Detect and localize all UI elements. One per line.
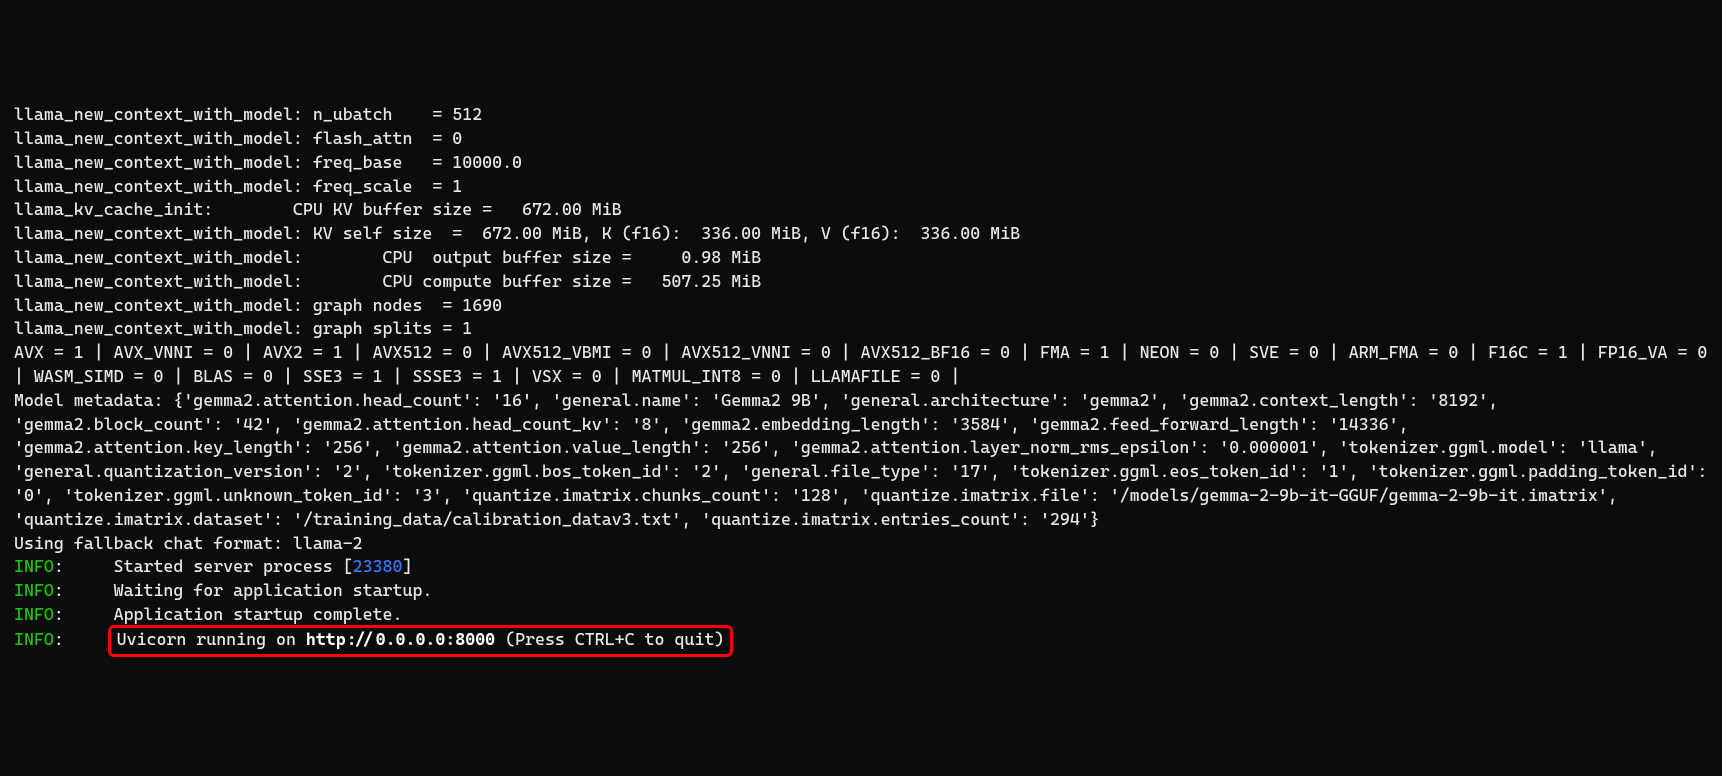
log-line: llama_kv_cache_init: CPU KV buffer size … — [14, 198, 1708, 222]
log-line-info-waiting: INFO: Waiting for application startup. — [14, 579, 1708, 603]
process-id: 23380 — [353, 556, 403, 576]
log-message: : Started server process [ — [54, 556, 353, 576]
log-line: llama_new_context_with_model: CPU output… — [14, 246, 1708, 270]
log-line-info-started: INFO: Started server process [23380] — [14, 555, 1708, 579]
log-line: llama_new_context_with_model: KV self si… — [14, 222, 1708, 246]
log-line-model-metadata: Model metadata: {'gemma2.attention.head_… — [14, 389, 1708, 532]
log-line: llama_new_context_with_model: graph node… — [14, 294, 1708, 318]
log-line: llama_new_context_with_model: graph spli… — [14, 317, 1708, 341]
log-line: llama_new_context_with_model: freq_base … — [14, 151, 1708, 175]
log-message: : Waiting for application startup. — [54, 580, 433, 600]
log-separator: : — [54, 629, 114, 649]
log-line: llama_new_context_with_model: freq_scale… — [14, 175, 1708, 199]
highlight-annotation: Uvicorn running on http://0.0.0.0:8000 (… — [108, 625, 734, 657]
quit-hint: (Press CTRL+C to quit) — [495, 629, 724, 649]
log-line-info-uvicorn: INFO: Uvicorn running on http://0.0.0.0:… — [14, 627, 1708, 657]
server-url: http://0.0.0.0:8000 — [306, 629, 495, 649]
info-label: INFO — [14, 629, 54, 649]
uvicorn-text: Uvicorn running on — [117, 629, 306, 649]
log-message: ] — [402, 556, 412, 576]
info-label: INFO — [14, 604, 54, 624]
log-message: : Application startup complete. — [54, 604, 403, 624]
log-line-cpu-features: AVX = 1 | AVX_VNNI = 0 | AVX2 = 1 | AVX5… — [14, 341, 1708, 389]
info-label: INFO — [14, 580, 54, 600]
log-line: llama_new_context_with_model: n_ubatch =… — [14, 103, 1708, 127]
log-line: llama_new_context_with_model: CPU comput… — [14, 270, 1708, 294]
terminal-output: llama_new_context_with_model: n_ubatch =… — [14, 103, 1708, 656]
log-line-chat-format: Using fallback chat format: llama-2 — [14, 532, 1708, 556]
info-label: INFO — [14, 556, 54, 576]
log-line-info-complete: INFO: Application startup complete. — [14, 603, 1708, 627]
log-line: llama_new_context_with_model: flash_attn… — [14, 127, 1708, 151]
